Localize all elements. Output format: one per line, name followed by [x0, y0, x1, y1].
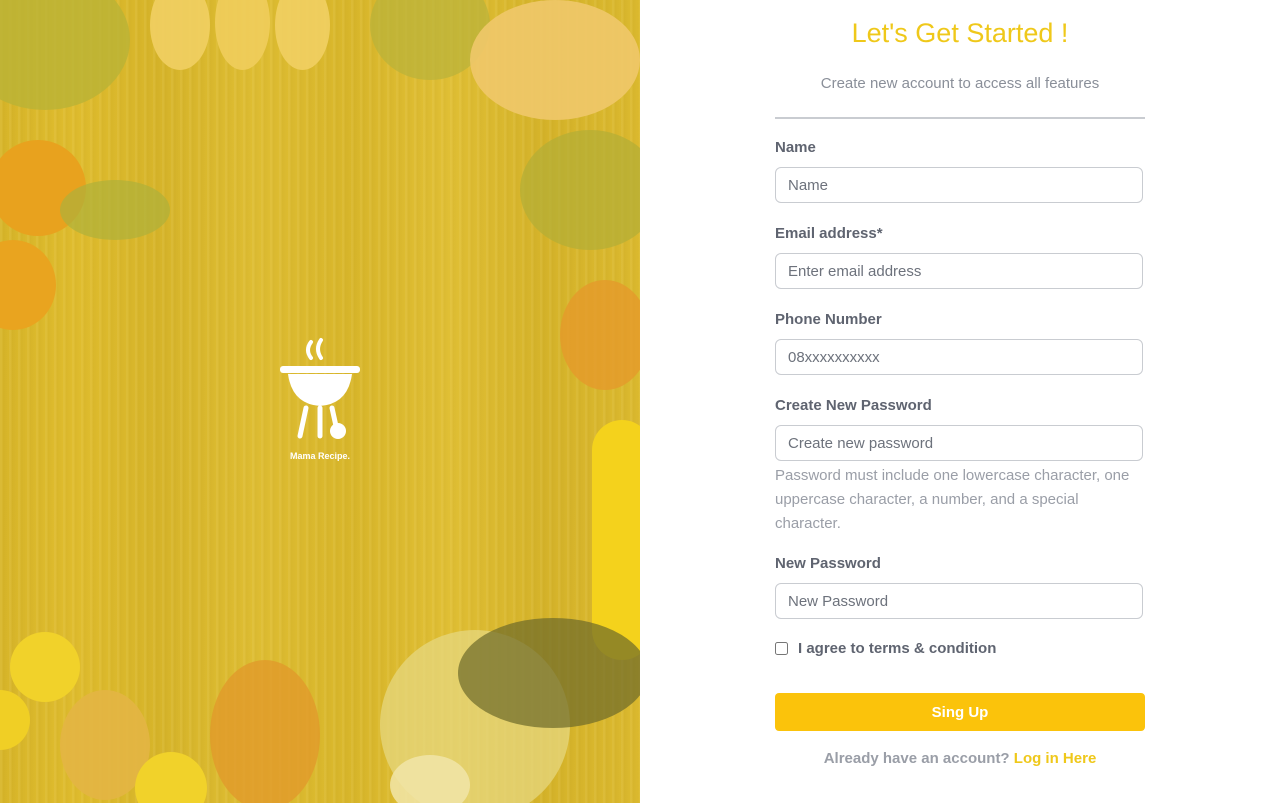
crayfish-decoration [560, 280, 640, 390]
email-label: Email address* [775, 225, 883, 242]
login-prompt-text: Already have an account? [823, 750, 1010, 767]
login-prompt: Already have an account? Log in Here [775, 750, 1145, 767]
bread-decoration [470, 0, 640, 120]
login-link[interactable]: Log in Here [1014, 750, 1097, 767]
brand-logo: Mama Recipe. [270, 336, 370, 461]
page-title: Let's Get Started ! [851, 18, 1069, 48]
password-hint: Password must include one lowercase char… [775, 467, 1130, 532]
leaves-decoration [60, 180, 170, 240]
email-field[interactable] [775, 253, 1143, 289]
new-password-label: New Password [775, 555, 881, 572]
create-password-field[interactable] [775, 425, 1143, 461]
signup-button[interactable]: Sing Up [775, 693, 1145, 731]
page-subtitle: Create new account to access all feature… [820, 75, 1100, 92]
grill-icon [280, 338, 360, 439]
new-password-field[interactable] [775, 583, 1143, 619]
eggplant-decoration [458, 618, 640, 728]
phone-label: Phone Number [775, 311, 882, 328]
brand-name: Mama Recipe. [289, 451, 351, 461]
divider [775, 117, 1145, 119]
lemon-decoration [10, 632, 80, 702]
phone-field[interactable] [775, 339, 1143, 375]
terms-checkbox[interactable] [775, 642, 788, 655]
name-field[interactable] [775, 167, 1143, 203]
hero-panel: Mama Recipe. [0, 0, 640, 803]
name-label: Name [775, 139, 816, 156]
terms-label: I agree to terms & condition [798, 640, 997, 657]
create-password-label: Create New Password [775, 397, 932, 414]
terms-agreement[interactable]: I agree to terms & condition [775, 640, 996, 657]
crayfish-decoration [210, 660, 320, 803]
